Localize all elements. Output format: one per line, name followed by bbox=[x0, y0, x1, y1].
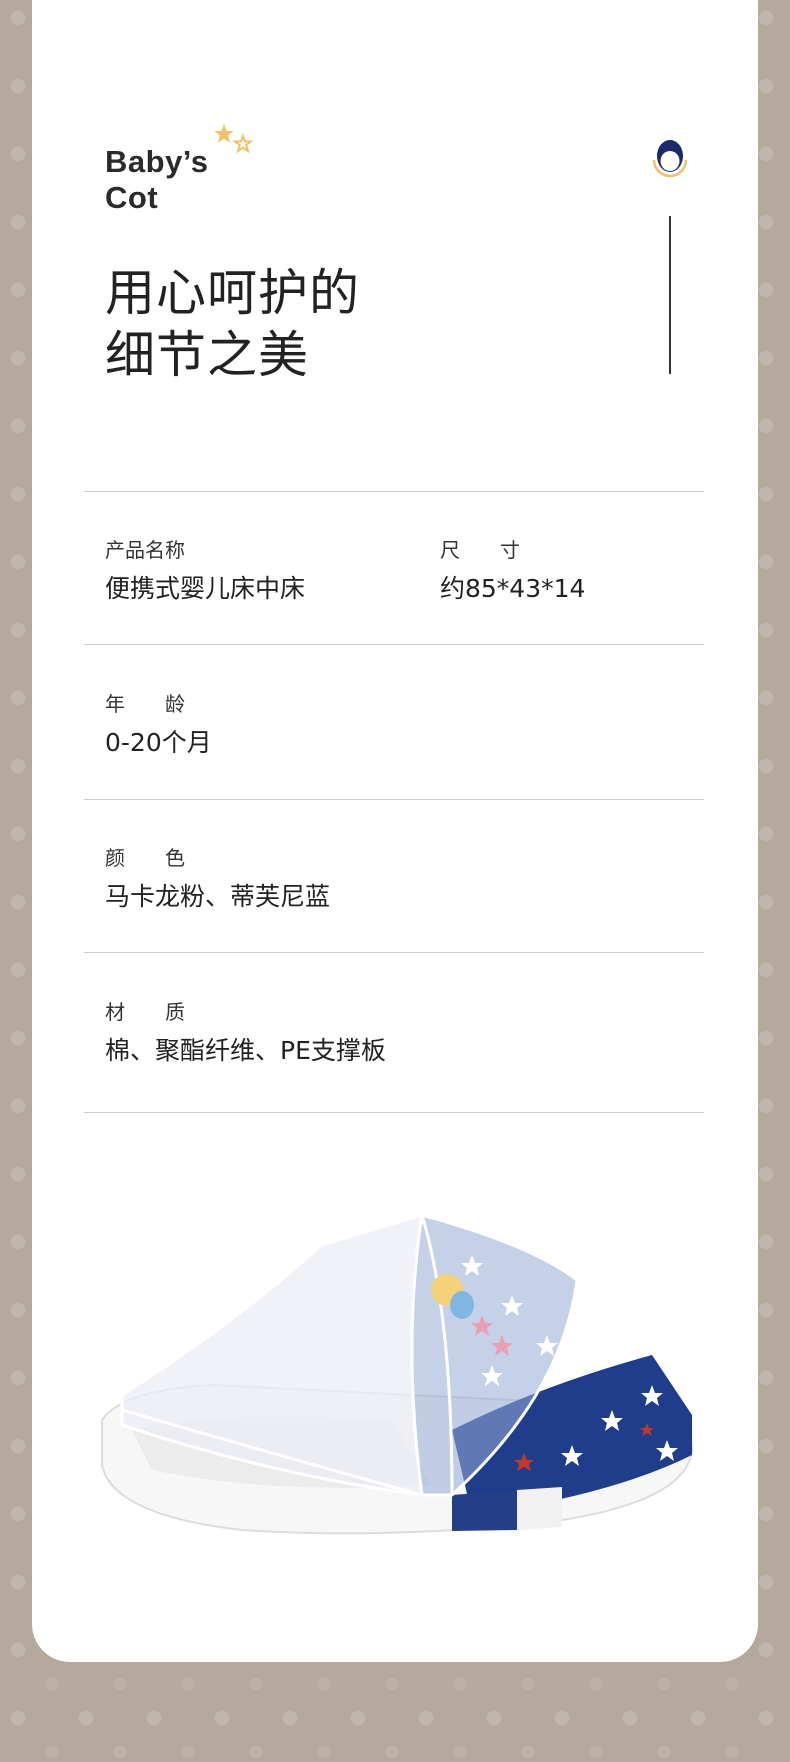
divider bbox=[84, 491, 704, 492]
mascot-logo-icon bbox=[652, 140, 688, 178]
brand-line-2: Cot bbox=[105, 180, 159, 215]
divider bbox=[84, 644, 704, 645]
spec-value-age: 0-20个月 bbox=[105, 728, 212, 757]
divider bbox=[84, 952, 704, 953]
decorative-vertical-line bbox=[669, 216, 671, 374]
spec-label-age: 年 龄 bbox=[105, 692, 185, 716]
headline: 用心呵护的 细节之美 bbox=[105, 262, 360, 386]
brand-line-1: Baby’s bbox=[105, 144, 209, 179]
stars-icon bbox=[214, 124, 255, 154]
divider bbox=[84, 799, 704, 800]
spec-label-name: 产品名称 bbox=[105, 538, 185, 562]
baby-cot-product-image bbox=[101, 1212, 694, 1535]
spec-value-material: 棉、聚酯纤维、PE支撑板 bbox=[105, 1036, 386, 1065]
spec-value-size: 约85*43*14 bbox=[440, 574, 586, 603]
product-card: Baby’s Cot 用心呵护的 细节之美 产品名称 便携式婴儿床中床 尺 寸 … bbox=[32, 0, 758, 1662]
headline-line-2: 细节之美 bbox=[105, 326, 309, 384]
spec-value-color: 马卡龙粉、蒂芙尼蓝 bbox=[105, 882, 331, 911]
spec-label-color: 颜 色 bbox=[105, 846, 185, 870]
headline-line-1: 用心呵护的 bbox=[105, 264, 360, 322]
spec-label-size: 尺 寸 bbox=[440, 538, 520, 562]
spec-label-material: 材 质 bbox=[105, 1000, 185, 1024]
brand-title: Baby’s Cot bbox=[105, 144, 209, 216]
divider bbox=[84, 1112, 704, 1113]
spec-value-name: 便携式婴儿床中床 bbox=[105, 574, 306, 603]
